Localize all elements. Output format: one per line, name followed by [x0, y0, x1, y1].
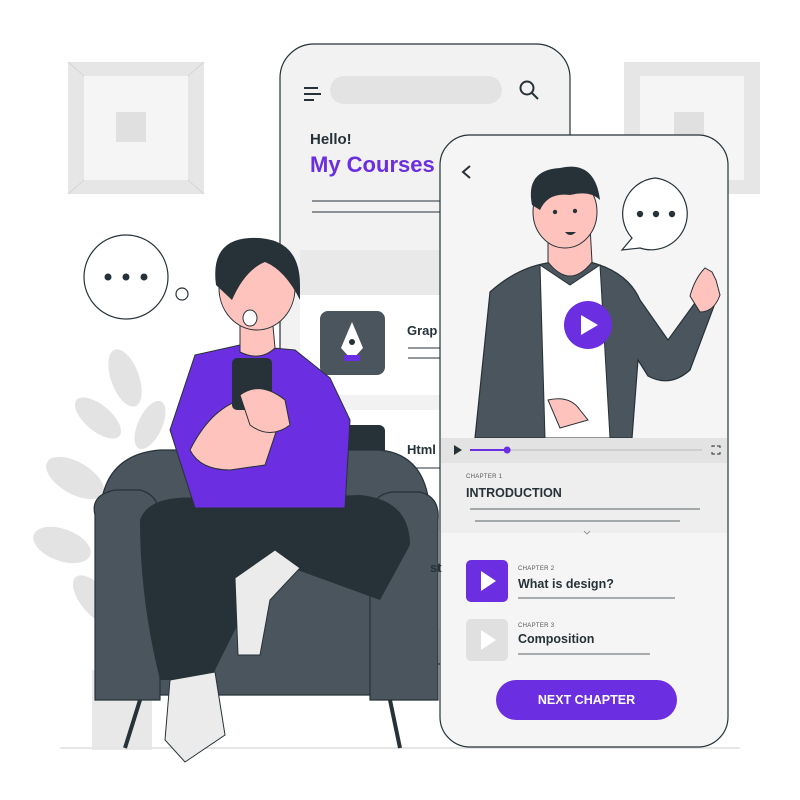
picture-frame-left — [67, 61, 205, 195]
illustration-scene — [33, 43, 760, 763]
chapter-2-label: CHAPTER 2 — [518, 566, 555, 572]
video-progress-handle[interactable] — [503, 446, 511, 454]
chapter-3-label: CHAPTER 3 — [518, 623, 555, 629]
course-label-graphic[interactable]: Grap — [407, 323, 437, 338]
chapter-1-label: CHAPTER 1 — [466, 474, 503, 480]
chapter-1-title[interactable]: INTRODUCTION — [466, 486, 562, 500]
video-play-button[interactable] — [564, 301, 612, 349]
greeting-text: Hello! — [310, 131, 352, 148]
speech-bubble-left-icon — [83, 234, 189, 320]
chapter-2-title[interactable]: What is design? — [518, 577, 614, 591]
next-chapter-button[interactable]: NEXT CHAPTER — [496, 680, 677, 720]
page-title: My Courses — [310, 152, 435, 177]
chapter-3-title[interactable]: Composition — [518, 632, 594, 646]
search-bar — [330, 76, 502, 104]
course-label-third[interactable]: st — [430, 560, 442, 575]
course-label-html[interactable]: Html — [407, 442, 436, 457]
